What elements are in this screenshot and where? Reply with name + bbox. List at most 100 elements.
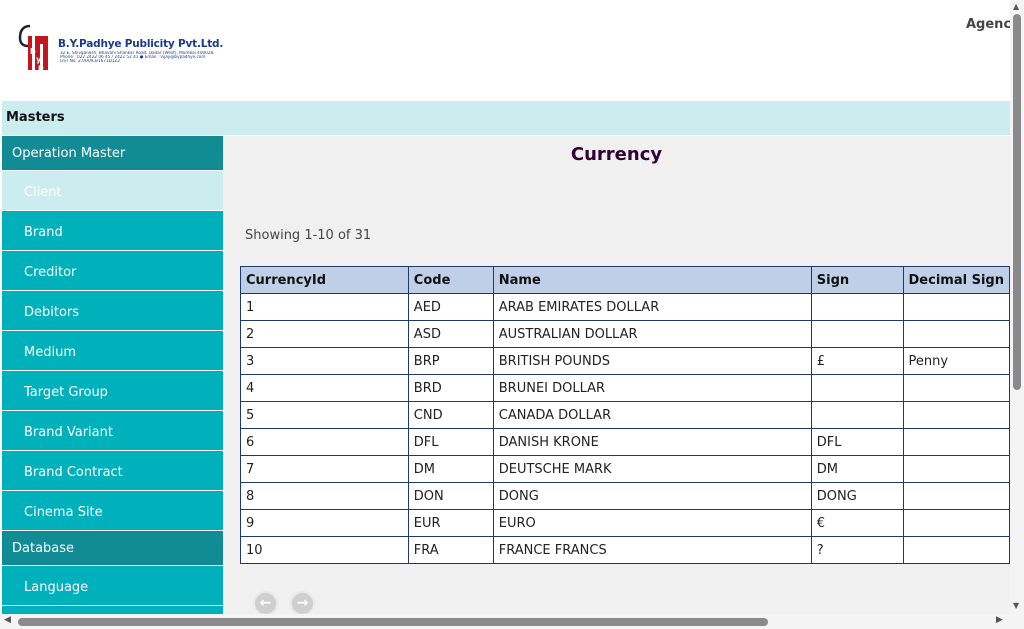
masters-label[interactable]: Masters — [6, 110, 65, 125]
sidebar-section-database[interactable]: Database — [2, 531, 223, 566]
scroll-down-icon[interactable]: ▼ — [1013, 601, 1019, 610]
cell-decimal-sign — [902, 482, 1010, 510]
cell-name: CANADA DOLLAR — [492, 401, 812, 429]
sidebar: Operation Master Client Brand Creditor D… — [2, 136, 223, 614]
cell-name: FRANCE FRANCS — [492, 536, 812, 564]
cell-decimal-sign — [902, 536, 1010, 564]
cell-code: CND — [407, 401, 494, 429]
cell-code: DFL — [407, 428, 494, 456]
scroll-left-icon[interactable]: ◀ — [4, 615, 11, 625]
table-row[interactable]: 1 AED ARAB EMIRATES DOLLAR — [240, 293, 1010, 321]
table-row[interactable]: 8 DON DONG DONG — [240, 482, 1010, 510]
cell-name: DEUTSCHE MARK — [492, 455, 812, 483]
svg-text:p: p — [38, 63, 44, 72]
cell-code: ASD — [407, 320, 494, 348]
sidebar-item-language[interactable]: Language — [2, 566, 223, 606]
cell-sign — [810, 293, 904, 321]
column-header-decimal-sign[interactable]: Decimal Sign — [902, 266, 1010, 294]
vertical-scroll-thumb[interactable] — [1013, 14, 1021, 390]
column-header-code[interactable]: Code — [407, 266, 494, 294]
cell-code: AED — [407, 293, 494, 321]
cell-currencyid: 9 — [240, 509, 409, 537]
cell-name: DANISH KRONE — [492, 428, 812, 456]
cell-sign — [810, 374, 904, 402]
cell-currencyid: 3 — [240, 347, 409, 375]
cell-code: DON — [407, 482, 494, 510]
table-row[interactable]: 3 BRP BRITISH POUNDS £ Penny — [240, 347, 1010, 375]
scroll-up-icon[interactable]: ▲ — [1013, 2, 1019, 11]
cell-name: DONG — [492, 482, 812, 510]
cell-decimal-sign — [902, 374, 1010, 402]
cell-currencyid: 8 — [240, 482, 409, 510]
next-page-button[interactable]: → — [290, 591, 315, 614]
vertical-scrollbar[interactable]: ▲ ▼ — [1010, 0, 1024, 615]
byp-logo-mark: b y p — [18, 24, 48, 72]
cell-currencyid: 4 — [240, 374, 409, 402]
cell-name: AUSTRALIAN DOLLAR — [492, 320, 812, 348]
cell-name: ARAB EMIRATES DOLLAR — [492, 293, 812, 321]
sidebar-item-client[interactable]: Client — [2, 171, 223, 211]
company-name: B.Y.Padhye Publicity Pvt.Ltd. — [58, 38, 224, 50]
cell-sign — [810, 401, 904, 429]
cell-decimal-sign — [902, 509, 1010, 537]
table-row[interactable]: 9 EUR EURO € — [240, 509, 1010, 537]
sidebar-item-brand[interactable]: Brand — [2, 211, 223, 251]
cell-currencyid: 2 — [240, 320, 409, 348]
column-header-name[interactable]: Name — [492, 266, 812, 294]
cell-currencyid: 10 — [240, 536, 409, 564]
table-row[interactable]: 7 DM DEUTSCHE MARK DM — [240, 455, 1010, 483]
cell-code: BRP — [407, 347, 494, 375]
cell-name: BRUNEI DOLLAR — [492, 374, 812, 402]
sidebar-item-brand-contract[interactable]: Brand Contract — [2, 451, 223, 491]
cell-sign: DM — [810, 455, 904, 483]
column-header-currencyid[interactable]: CurrencyId — [240, 266, 409, 294]
arrow-left-icon: ← — [259, 595, 272, 611]
cell-decimal-sign: Penny — [902, 347, 1010, 375]
cell-sign: DONG — [810, 482, 904, 510]
cell-currencyid: 1 — [240, 293, 409, 321]
cell-sign — [810, 320, 904, 348]
cell-code: FRA — [407, 536, 494, 564]
record-count: Showing 1-10 of 31 — [245, 228, 372, 243]
horizontal-scrollbar[interactable]: ◀ ▶ — [0, 614, 1024, 629]
sidebar-item-creditor[interactable]: Creditor — [2, 251, 223, 291]
cell-currencyid: 6 — [240, 428, 409, 456]
cell-sign: ? — [810, 536, 904, 564]
cell-decimal-sign — [902, 293, 1010, 321]
cell-code: DM — [407, 455, 494, 483]
cell-currencyid: 5 — [240, 401, 409, 429]
prev-page-button[interactable]: ← — [253, 591, 278, 614]
horizontal-scroll-thumb[interactable] — [18, 618, 768, 626]
cell-sign: DFL — [810, 428, 904, 456]
cell-code: BRD — [407, 374, 494, 402]
cell-decimal-sign — [902, 320, 1010, 348]
page-header: b y p B.Y.Padhye Publicity Pvt.Ltd. 32 E… — [0, 0, 1020, 100]
table-row[interactable]: 10 FRA FRANCE FRANCS ? — [240, 536, 1010, 564]
company-gst: GST No. 27AAACB1671D1Z2 — [60, 59, 121, 63]
cell-decimal-sign — [902, 428, 1010, 456]
masters-bar: Masters — [2, 101, 1010, 135]
page-title: Currency — [570, 144, 663, 165]
sidebar-section-operation-master[interactable]: Operation Master — [2, 136, 223, 171]
sidebar-item-target-group[interactable]: Target Group — [2, 371, 223, 411]
table-row[interactable]: 5 CND CANADA DOLLAR — [240, 401, 1010, 429]
column-header-sign[interactable]: Sign — [810, 266, 904, 294]
sidebar-item-medium[interactable]: Medium — [2, 331, 223, 371]
table-row[interactable]: 2 ASD AUSTRALIAN DOLLAR — [240, 320, 1010, 348]
scroll-right-icon[interactable]: ▶ — [996, 615, 1003, 625]
cell-decimal-sign — [902, 401, 1010, 429]
cell-decimal-sign — [902, 455, 1010, 483]
cell-currencyid: 7 — [240, 455, 409, 483]
cell-name: EURO — [492, 509, 812, 537]
table-row[interactable]: 4 BRD BRUNEI DOLLAR — [240, 374, 1010, 402]
company-logo[interactable]: b y p B.Y.Padhye Publicity Pvt.Ltd. 32 E… — [18, 24, 223, 72]
sidebar-item-next[interactable] — [2, 606, 223, 614]
sidebar-item-cinema-site[interactable]: Cinema Site — [2, 491, 223, 531]
sidebar-item-brand-variant[interactable]: Brand Variant — [2, 411, 223, 451]
table-header-row: CurrencyId Code Name Sign Decimal Sign — [240, 266, 1010, 294]
sidebar-item-debitors[interactable]: Debitors — [2, 291, 223, 331]
table-row[interactable]: 6 DFL DANISH KRONE DFL — [240, 428, 1010, 456]
cell-name: BRITISH POUNDS — [492, 347, 812, 375]
cell-sign: £ — [810, 347, 904, 375]
cell-sign: € — [810, 509, 904, 537]
